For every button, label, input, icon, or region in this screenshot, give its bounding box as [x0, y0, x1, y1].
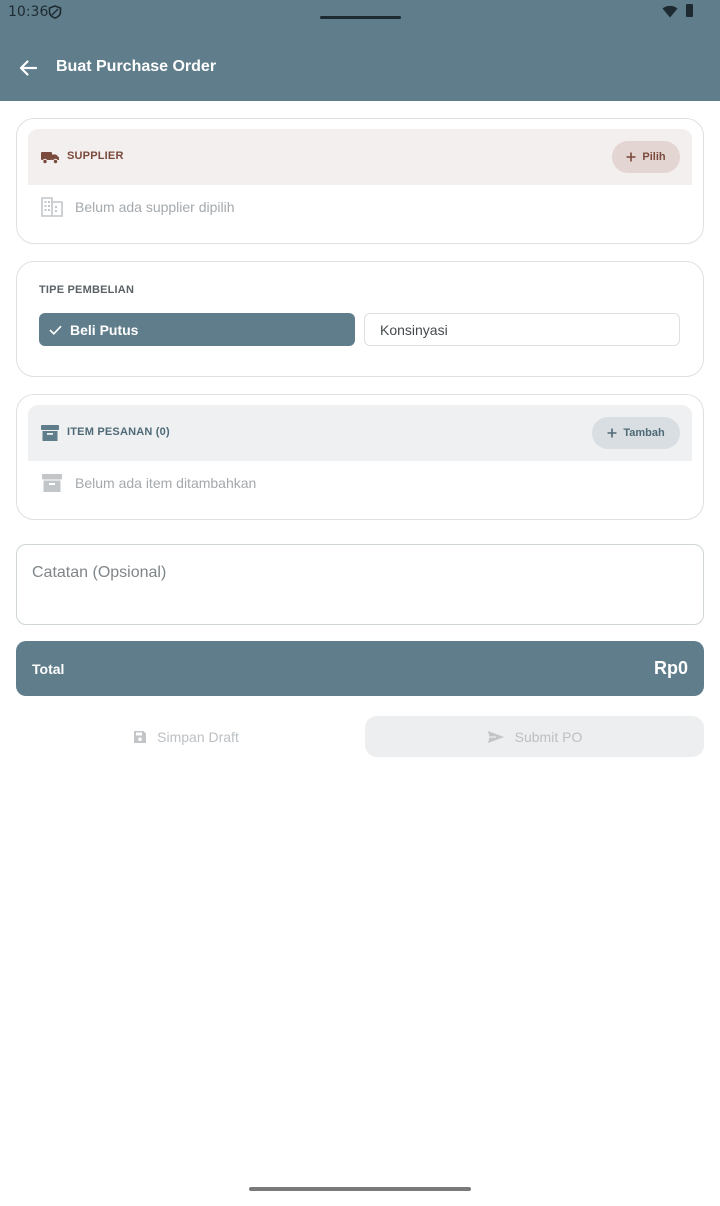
- supplier-empty-text: Belum ada supplier dipilih: [75, 199, 235, 215]
- purchase-type-card: TIPE PEMBELIAN Beli Putus Konsinyasi: [16, 261, 704, 377]
- items-empty-text: Belum ada item ditambahkan: [75, 475, 257, 491]
- back-button[interactable]: [14, 54, 42, 82]
- status-time: 10:36: [8, 4, 49, 20]
- archive-icon: [41, 425, 59, 441]
- submit-po-label: Submit PO: [514, 728, 583, 745]
- send-icon: [487, 730, 504, 743]
- app-bar: 10:36 Buat Purchase Order: [0, 0, 720, 101]
- check-icon: [49, 325, 62, 335]
- type-option-beli-putus[interactable]: Beli Putus: [39, 313, 355, 346]
- supplier-header-label: SUPPLIER: [67, 150, 124, 162]
- battery-icon: [686, 4, 693, 17]
- building-icon: [41, 197, 63, 217]
- items-header: ITEM PESANAN (0) Tambah: [28, 405, 692, 461]
- total-value: Rp0: [653, 658, 688, 678]
- arrow-back-icon: [19, 60, 38, 76]
- plus-icon: [607, 428, 617, 438]
- pick-supplier-button[interactable]: Pilih: [612, 141, 680, 173]
- add-item-button[interactable]: Tambah: [592, 417, 680, 449]
- wifi-icon: [662, 5, 678, 18]
- notes-field[interactable]: Catatan (Opsional): [16, 544, 704, 625]
- items-empty-state: Belum ada item ditambahkan: [41, 473, 256, 493]
- submit-po-button[interactable]: Submit PO: [365, 716, 704, 757]
- supplier-empty-state: Belum ada supplier dipilih: [41, 197, 235, 217]
- items-card: ITEM PESANAN (0) Tambah Belum ada item d…: [16, 394, 704, 520]
- type-option-konsinyasi[interactable]: Konsinyasi: [364, 313, 680, 346]
- add-item-label: Tambah: [623, 427, 665, 439]
- pick-supplier-label: Pilih: [642, 151, 666, 163]
- home-indicator: [249, 1187, 471, 1191]
- plus-icon: [626, 152, 636, 162]
- status-notch: [320, 16, 401, 19]
- total-label: Total: [32, 661, 65, 677]
- notes-placeholder: Catatan (Opsional): [32, 564, 167, 581]
- page-title: Buat Purchase Order: [56, 58, 217, 75]
- truck-icon: [41, 152, 59, 165]
- save-icon: [134, 730, 147, 743]
- save-draft-label: Simpan Draft: [157, 728, 239, 745]
- items-header-label: ITEM PESANAN (0): [67, 426, 170, 438]
- shield-icon: [48, 5, 62, 19]
- type-option-label: Konsinyasi: [380, 321, 448, 338]
- save-draft-button[interactable]: Simpan Draft: [16, 716, 356, 757]
- purchase-type-label: TIPE PEMBELIAN: [39, 284, 135, 296]
- archive-icon: [42, 474, 62, 492]
- total-bar: Total Rp0: [16, 641, 704, 696]
- supplier-header: SUPPLIER Pilih: [28, 129, 692, 185]
- supplier-card: SUPPLIER Pilih Belum ada supplier dipili…: [16, 118, 704, 244]
- type-option-label: Beli Putus: [70, 321, 139, 338]
